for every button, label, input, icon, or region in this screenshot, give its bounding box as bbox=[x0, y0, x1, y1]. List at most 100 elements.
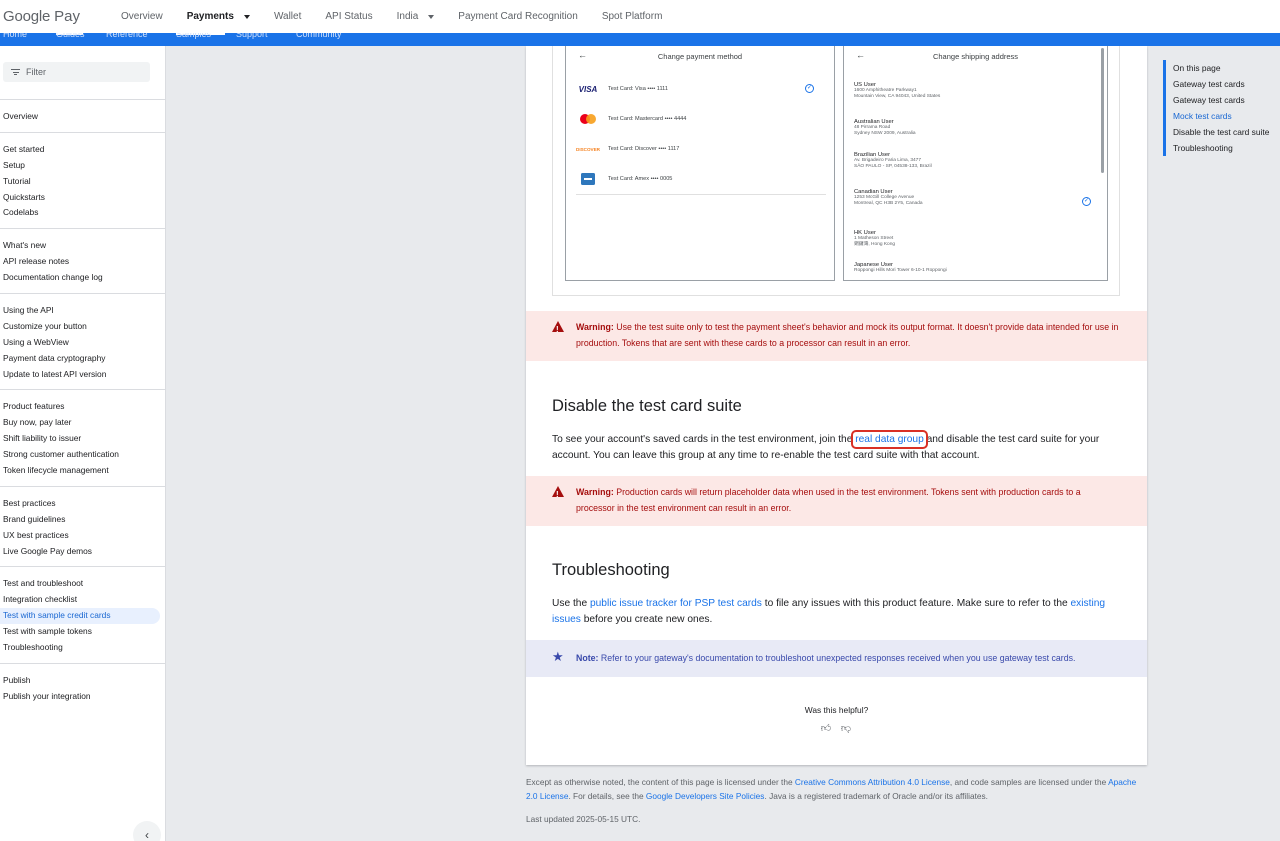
sidebar-item-tutorial[interactable]: Tutorial bbox=[0, 174, 165, 190]
shipping-address-option[interactable]: Brazilian User Av. Brigadeiro Faria Lima,… bbox=[854, 152, 1084, 170]
nav-payments[interactable]: Payments bbox=[187, 0, 250, 33]
nav-api-status[interactable]: API Status bbox=[325, 0, 372, 33]
sidebar-item-publish-your-integration[interactable]: Publish your integration bbox=[0, 689, 165, 705]
sidebar-heading: Product features bbox=[3, 401, 65, 412]
sidebar-item-brand-guidelines[interactable]: Brand guidelines bbox=[0, 512, 165, 528]
sidebar-item-shift-liability-to-issuer[interactable]: Shift liability to issuer bbox=[0, 431, 165, 447]
warning-icon bbox=[552, 486, 564, 503]
sidebar-item-customize-your-button[interactable]: Customize your button bbox=[0, 319, 165, 335]
sidebar-item-api-release-notes[interactable]: API release notes bbox=[0, 254, 165, 270]
nav-wallet[interactable]: Wallet bbox=[274, 0, 301, 33]
shipping-address-option[interactable]: HK User 1 Matheson Street 銅鑼灣, Hong Kong bbox=[854, 230, 1084, 248]
caret-down-icon bbox=[428, 14, 435, 19]
cc-license-link[interactable]: Creative Commons Attribution 4.0 License bbox=[795, 777, 950, 787]
tab-samples[interactable]: Samples bbox=[176, 33, 211, 39]
toc-item-disable-the-test-card-suite[interactable]: Disable the test card suite bbox=[1173, 124, 1269, 140]
toc-item-troubleshooting[interactable]: Troubleshooting bbox=[1173, 140, 1269, 156]
sidebar-item-setup[interactable]: Setup bbox=[0, 158, 165, 174]
tab-community[interactable]: Community bbox=[296, 33, 342, 39]
tab-home[interactable]: Home bbox=[3, 33, 27, 39]
card-label: Test Card: Discover •••• 1117 bbox=[608, 146, 680, 152]
address-line: SÃO PAULO - SP, 04538-133, Brazil bbox=[854, 164, 932, 170]
sidebar-item-update-to-latest-api-version[interactable]: Update to latest API version bbox=[0, 367, 165, 383]
on-this-page-toc: On this page Gateway test cards Gateway t… bbox=[1163, 60, 1269, 156]
nav-spot-platform[interactable]: Spot Platform bbox=[602, 0, 663, 33]
chevron-left-icon: ‹ bbox=[145, 828, 149, 841]
warning-callout: Warning: Use the test suite only to test… bbox=[526, 311, 1147, 361]
toc-item-mock-test-cards[interactable]: Mock test cards bbox=[1173, 108, 1269, 124]
tab-guides[interactable]: Guides bbox=[56, 33, 85, 39]
nav-overview[interactable]: Overview bbox=[121, 0, 163, 33]
address-line: Montreal, QC H3B 2Y5, Canada bbox=[854, 201, 923, 207]
sidebar-item-documentation-change-log[interactable]: Documentation change log bbox=[0, 270, 165, 286]
sidebar-item-overview[interactable]: Overview bbox=[0, 109, 165, 125]
toc-heading: On this page bbox=[1173, 63, 1221, 73]
sidebar-item-test-with-sample-credit-cards[interactable]: Test with sample credit cards bbox=[0, 608, 160, 625]
discover-card-icon: DISCOVER bbox=[576, 146, 600, 152]
card-label: Test Card: Visa •••• 1111 bbox=[608, 86, 668, 92]
nav-payment-card-recognition[interactable]: Payment Card Recognition bbox=[458, 0, 578, 33]
address-line: Mountain View, CA 94043, United States bbox=[854, 94, 941, 100]
toc-item-gateway-test-cards[interactable]: Gateway test cards bbox=[1173, 92, 1269, 108]
section-title-troubleshooting: Troubleshooting bbox=[552, 561, 670, 579]
sidebar-group: Overview bbox=[0, 99, 165, 132]
shipping-address-option[interactable]: Japanese User Roppongi Hills Mori Tower 6… bbox=[854, 262, 1084, 274]
star-icon: ★ bbox=[552, 649, 564, 664]
troubleshooting-paragraph: Use the public issue tracker for PSP tes… bbox=[552, 598, 1106, 625]
sidebar-item-quickstarts[interactable]: Quickstarts bbox=[0, 190, 165, 206]
test-card-option[interactable]: DISCOVER Test Card: Discover •••• 1117 bbox=[576, 135, 826, 163]
sidebar-item-ux-best-practices[interactable]: UX best practices bbox=[0, 528, 165, 544]
sidebar-item-token-lifecycle-management[interactable]: Token lifecycle management bbox=[0, 463, 165, 479]
sidebar-group: Product features Buy now, pay later Shift … bbox=[0, 389, 165, 485]
shipping-address-option[interactable]: Canadian User 1253 McGill College Avenue M… bbox=[854, 189, 1091, 207]
section-title-disable: Disable the test card suite bbox=[552, 397, 742, 415]
shipping-address-option[interactable]: Australian User 48 Pirrama Road Sydney NSW… bbox=[854, 119, 1084, 137]
sidebar-item-live-google-pay-demos[interactable]: Live Google Pay demos bbox=[0, 544, 165, 560]
sidebar-item-using-a-webview[interactable]: Using a WebView bbox=[0, 335, 165, 351]
sidebar-item-codelabs[interactable]: Codelabs bbox=[0, 205, 165, 221]
card-label: Test Card: Mastercard •••• 4444 bbox=[608, 116, 687, 122]
test-suite-figure: ← Change payment method VISA Test Card: V… bbox=[552, 46, 1120, 296]
sidebar-group: Using the API Customize your button Using … bbox=[0, 293, 165, 389]
sidebar-group: Publish Publish your integration bbox=[0, 662, 165, 712]
sidebar-item-buy-now-pay-later[interactable]: Buy now, pay later bbox=[0, 415, 165, 431]
test-card-option[interactable]: Test Card: Amex •••• 0005 bbox=[576, 165, 826, 193]
address-line: Sydney NSW 2009, Australia bbox=[854, 131, 916, 137]
note-callout: ★ Note: Refer to your gateway's document… bbox=[526, 640, 1147, 677]
sidebar-item-payment-data-cryptography[interactable]: Payment data cryptography bbox=[0, 351, 165, 367]
scrollbar bbox=[1101, 48, 1104, 173]
check-circle-icon: ✓ bbox=[805, 84, 814, 93]
nav-india[interactable]: India bbox=[397, 0, 435, 33]
test-card-option[interactable]: Test Card: Mastercard •••• 4444 bbox=[576, 105, 826, 133]
address-line: Roppongi Hills Mori Tower 6-10-1 Roppong… bbox=[854, 268, 947, 273]
real-data-group-link[interactable]: real data group bbox=[851, 430, 928, 449]
thumb-down-icon[interactable]: 👎︎ bbox=[840, 723, 852, 735]
site-policies-link[interactable]: Google Developers Site Policies bbox=[646, 791, 765, 801]
disable-paragraph: To see your account's saved cards in the… bbox=[552, 430, 1100, 461]
mc-card-icon bbox=[576, 112, 600, 126]
sidebar-item-troubleshooting[interactable]: Troubleshooting bbox=[0, 640, 165, 656]
tab-support[interactable]: Support bbox=[236, 33, 268, 39]
tab-reference[interactable]: Reference bbox=[106, 33, 148, 39]
google-pay-logo[interactable]: Google Pay bbox=[3, 8, 121, 25]
filter-icon bbox=[11, 68, 20, 77]
warning-callout-production: Warning: Production cards will return pl… bbox=[526, 476, 1147, 526]
issue-tracker-link[interactable]: public issue tracker for PSP test cards bbox=[590, 598, 762, 609]
sidebar-item-strong-customer-authentication[interactable]: Strong customer authentication bbox=[0, 447, 165, 463]
filter-input[interactable]: Filter bbox=[3, 62, 150, 82]
thumb-up-icon[interactable]: 👍︎ bbox=[820, 723, 832, 735]
check-circle-icon: ✓ bbox=[1082, 197, 1091, 206]
sidebar-item-integration-checklist[interactable]: Integration checklist bbox=[0, 592, 165, 608]
sidebar-item-test-with-sample-tokens[interactable]: Test with sample tokens bbox=[0, 624, 165, 640]
shipping-address-option[interactable]: US User 1600 Amphitheatre Parkway1 Mountai… bbox=[854, 82, 1084, 100]
visa-card-icon: VISA bbox=[578, 84, 598, 94]
collapse-sidebar-button[interactable]: ‹ bbox=[133, 821, 161, 841]
feedback-buttons: 👍︎ 👎︎ bbox=[820, 723, 852, 735]
sidebar-heading: Best practices bbox=[3, 497, 56, 508]
feedback-question: Was this helpful? bbox=[804, 705, 869, 715]
toc-item-gateway-test-cards[interactable]: Gateway test cards bbox=[1173, 76, 1269, 92]
left-sidebar: Filter Overview Get started Setup Tutorial Q… bbox=[0, 46, 166, 841]
shipping-address-screen: ← Change shipping address US User 1600 Am… bbox=[843, 46, 1108, 281]
test-card-option[interactable]: VISA Test Card: Visa •••• 1111 ✓ bbox=[576, 75, 826, 103]
sidebar-heading: Using the API bbox=[3, 305, 54, 316]
